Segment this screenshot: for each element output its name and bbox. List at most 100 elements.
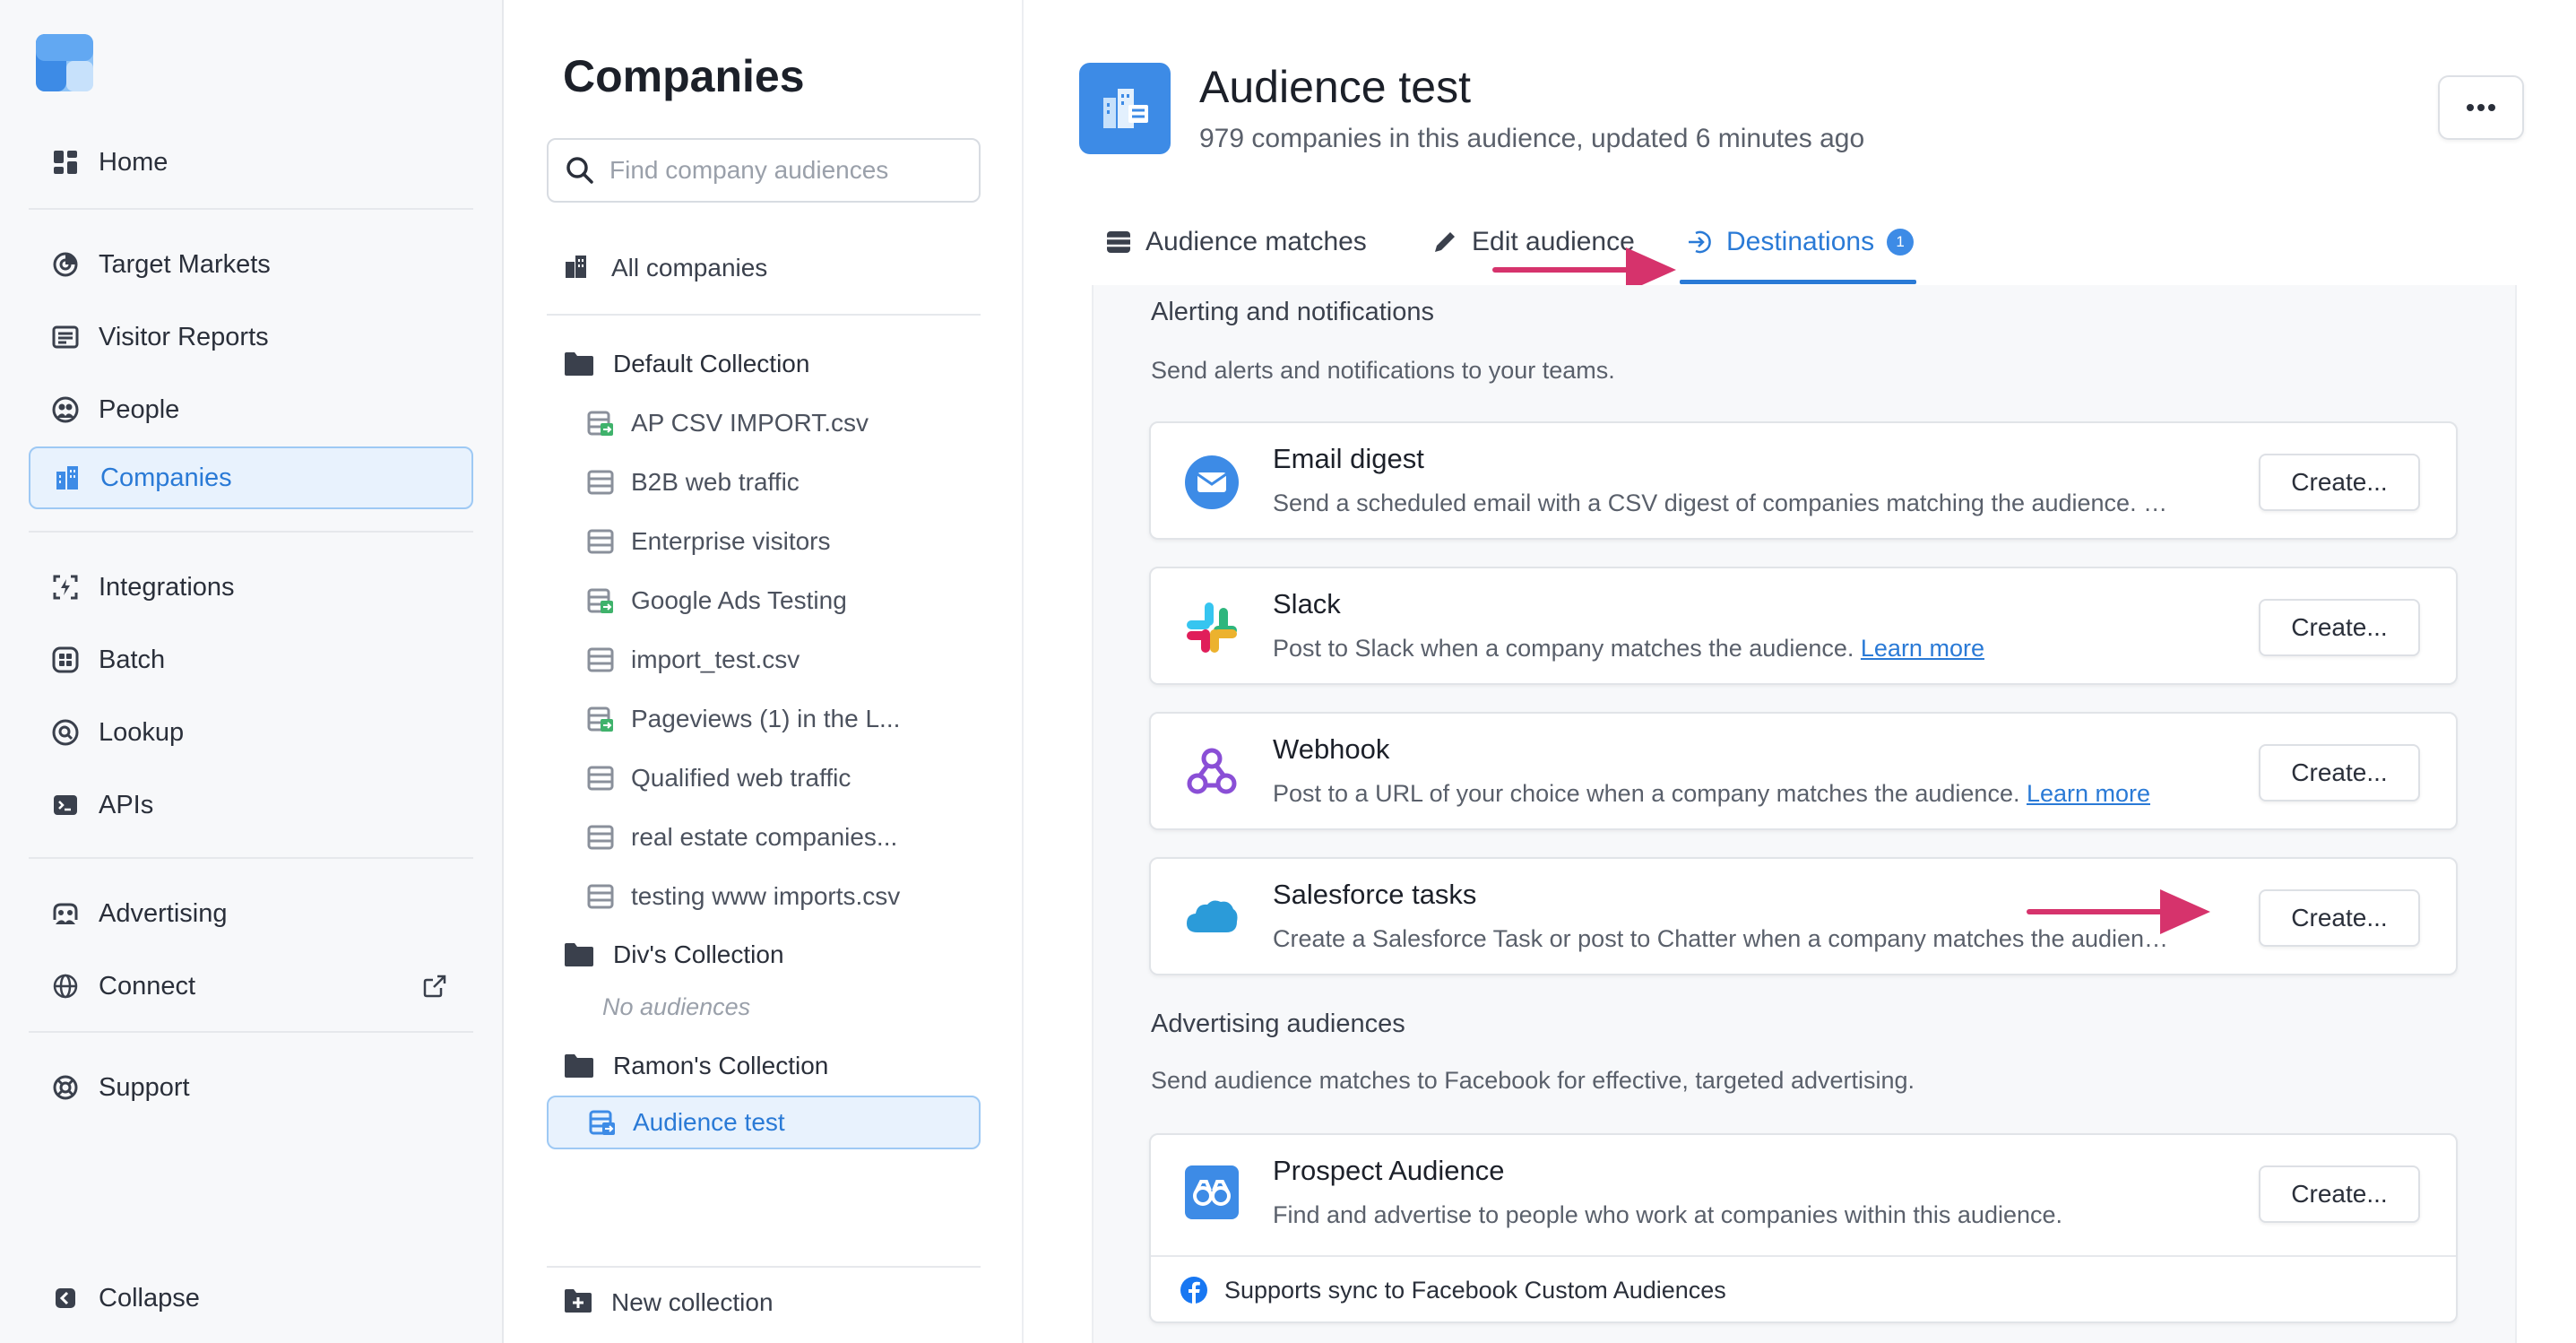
search-input[interactable] (609, 156, 968, 185)
collapse-label: Collapse (99, 1283, 200, 1313)
salesforce-cloud-icon (1183, 889, 1240, 947)
pencil-icon (1431, 228, 1459, 256)
tab-label: Destinations (1726, 227, 1875, 256)
nav-item-advertising[interactable]: Advertising (29, 882, 473, 945)
all-companies-link[interactable]: All companies (563, 253, 767, 283)
folder-icon (563, 1053, 595, 1079)
companies-panel: Companies All companies Default Collecti… (504, 0, 1024, 1343)
audience-item[interactable]: Pageviews (1) in the L... (586, 705, 981, 733)
destinations-panel: Alerting and notifications Send alerts a… (1092, 285, 2517, 1343)
list-icon (586, 527, 615, 556)
tab-destinations[interactable]: Destinations 1 (1685, 222, 1915, 262)
nav-label: Batch (99, 645, 166, 674)
create-email-digest-button[interactable]: Create... (2259, 454, 2420, 511)
nav-item-lookup[interactable]: Lookup (29, 701, 473, 764)
audience-label: B2B web traffic (631, 468, 800, 496)
collapse-button[interactable]: Collapse (29, 1267, 473, 1330)
audience-item[interactable]: Qualified web traffic (586, 764, 981, 793)
dashboard-icon (50, 147, 81, 178)
more-options-button[interactable] (2438, 75, 2524, 140)
list-icon (586, 823, 615, 852)
nav-label: Visitor Reports (99, 322, 269, 351)
section-title: Alerting and notifications (1151, 298, 1434, 326)
card-title: Slack (1273, 588, 1341, 620)
audience-title: Audience test (1199, 62, 1471, 112)
create-prospect-audience-button[interactable]: Create... (2259, 1165, 2420, 1223)
card-description: Find and advertise to people who work at… (1273, 1201, 2063, 1228)
terminal-icon (50, 790, 81, 820)
audience-item[interactable]: testing www imports.csv (586, 882, 981, 911)
nav-item-batch[interactable]: Batch (29, 628, 473, 691)
section-title: Advertising audiences (1151, 1009, 1405, 1038)
nav-item-companies[interactable]: Companies (29, 446, 473, 509)
audience-item[interactable]: import_test.csv (586, 646, 981, 674)
list-icon (586, 882, 615, 911)
binoculars-icon (1183, 1164, 1240, 1221)
email-icon (1183, 454, 1240, 511)
audience-item[interactable]: AP CSV IMPORT.csv (586, 409, 981, 438)
create-slack-button[interactable]: Create... (2259, 599, 2420, 656)
tab-label: Audience matches (1145, 227, 1367, 256)
destination-icon (1685, 228, 1714, 256)
nav-divider (29, 531, 473, 533)
audience-item[interactable]: Google Ads Testing (586, 586, 981, 615)
annotation-arrow (2027, 889, 2210, 934)
learn-more-link[interactable]: Learn more (2027, 780, 2150, 807)
building-icon (52, 463, 82, 493)
nav-item-support[interactable]: Support (29, 1056, 473, 1119)
new-collection-label: New collection (611, 1288, 774, 1316)
collection-divs[interactable]: Div's Collection (563, 940, 784, 969)
sidebar: Home Target Markets Visitor Reports Peop… (0, 0, 504, 1343)
nav-label: Companies (100, 463, 232, 492)
collection-ramons[interactable]: Ramon's Collection (563, 1052, 828, 1080)
external-link-icon (421, 973, 448, 1000)
support-icon (50, 1072, 81, 1103)
nav-item-target-markets[interactable]: Target Markets (29, 233, 473, 296)
audience-item[interactable]: real estate companies... (586, 823, 981, 852)
card-description: Post to a URL of your choice when a comp… (1273, 780, 2150, 808)
tab-audience-matches[interactable]: Audience matches (1104, 222, 1367, 262)
nav-label: Home (99, 147, 169, 177)
card-description: Post to Slack when a company matches the… (1273, 635, 1984, 663)
audience-label: Qualified web traffic (631, 764, 851, 792)
new-collection-button[interactable]: New collection (563, 1287, 774, 1318)
report-icon (50, 322, 81, 352)
lookup-icon (50, 717, 81, 748)
audience-label: Google Ads Testing (631, 586, 847, 614)
nav-item-apis[interactable]: APIs (29, 774, 473, 836)
list-icon (586, 468, 615, 497)
audience-label: testing www imports.csv (631, 882, 901, 910)
audience-item[interactable]: B2B web traffic (586, 468, 981, 497)
create-webhook-button[interactable]: Create... (2259, 744, 2420, 801)
destination-card-salesforce: Salesforce tasks Create a Salesforce Tas… (1149, 857, 2458, 975)
integrations-icon (50, 572, 81, 602)
learn-more-link[interactable]: Learn more (1861, 635, 1984, 662)
audience-item[interactable]: Enterprise visitors (586, 527, 981, 556)
nav-item-people[interactable]: People (29, 378, 473, 441)
nav-item-home[interactable]: Home (29, 131, 473, 194)
panel-divider (547, 314, 981, 316)
card-description-text: Post to a URL of your choice when a comp… (1273, 780, 2020, 807)
audience-label: AP CSV IMPORT.csv (631, 409, 869, 437)
collection-default[interactable]: Default Collection (563, 350, 809, 378)
globe-icon (50, 971, 81, 1001)
slack-icon (1183, 599, 1240, 656)
audience-item-selected[interactable]: Audience test (547, 1096, 981, 1149)
nav-item-visitor-reports[interactable]: Visitor Reports (29, 306, 473, 368)
nav-item-integrations[interactable]: Integrations (29, 556, 473, 619)
list-icon (586, 646, 615, 674)
create-salesforce-button[interactable]: Create... (2259, 889, 2420, 947)
app-logo[interactable] (36, 34, 93, 91)
nav-item-connect[interactable]: Connect (29, 955, 473, 1018)
list-icon (586, 764, 615, 793)
webhook-icon (1183, 744, 1240, 801)
empty-collection-text: No audiences (602, 993, 751, 1020)
people-icon (50, 394, 81, 425)
card-title: Email digest (1273, 443, 1424, 474)
destination-card-prospect-audience: Prospect Audience Find and advertise to … (1149, 1133, 2458, 1323)
csv-import-icon (586, 586, 615, 615)
nav-label: People (99, 394, 180, 424)
search-box[interactable] (547, 138, 981, 203)
panel-title: Companies (563, 51, 805, 101)
nav-label: Integrations (99, 572, 235, 602)
